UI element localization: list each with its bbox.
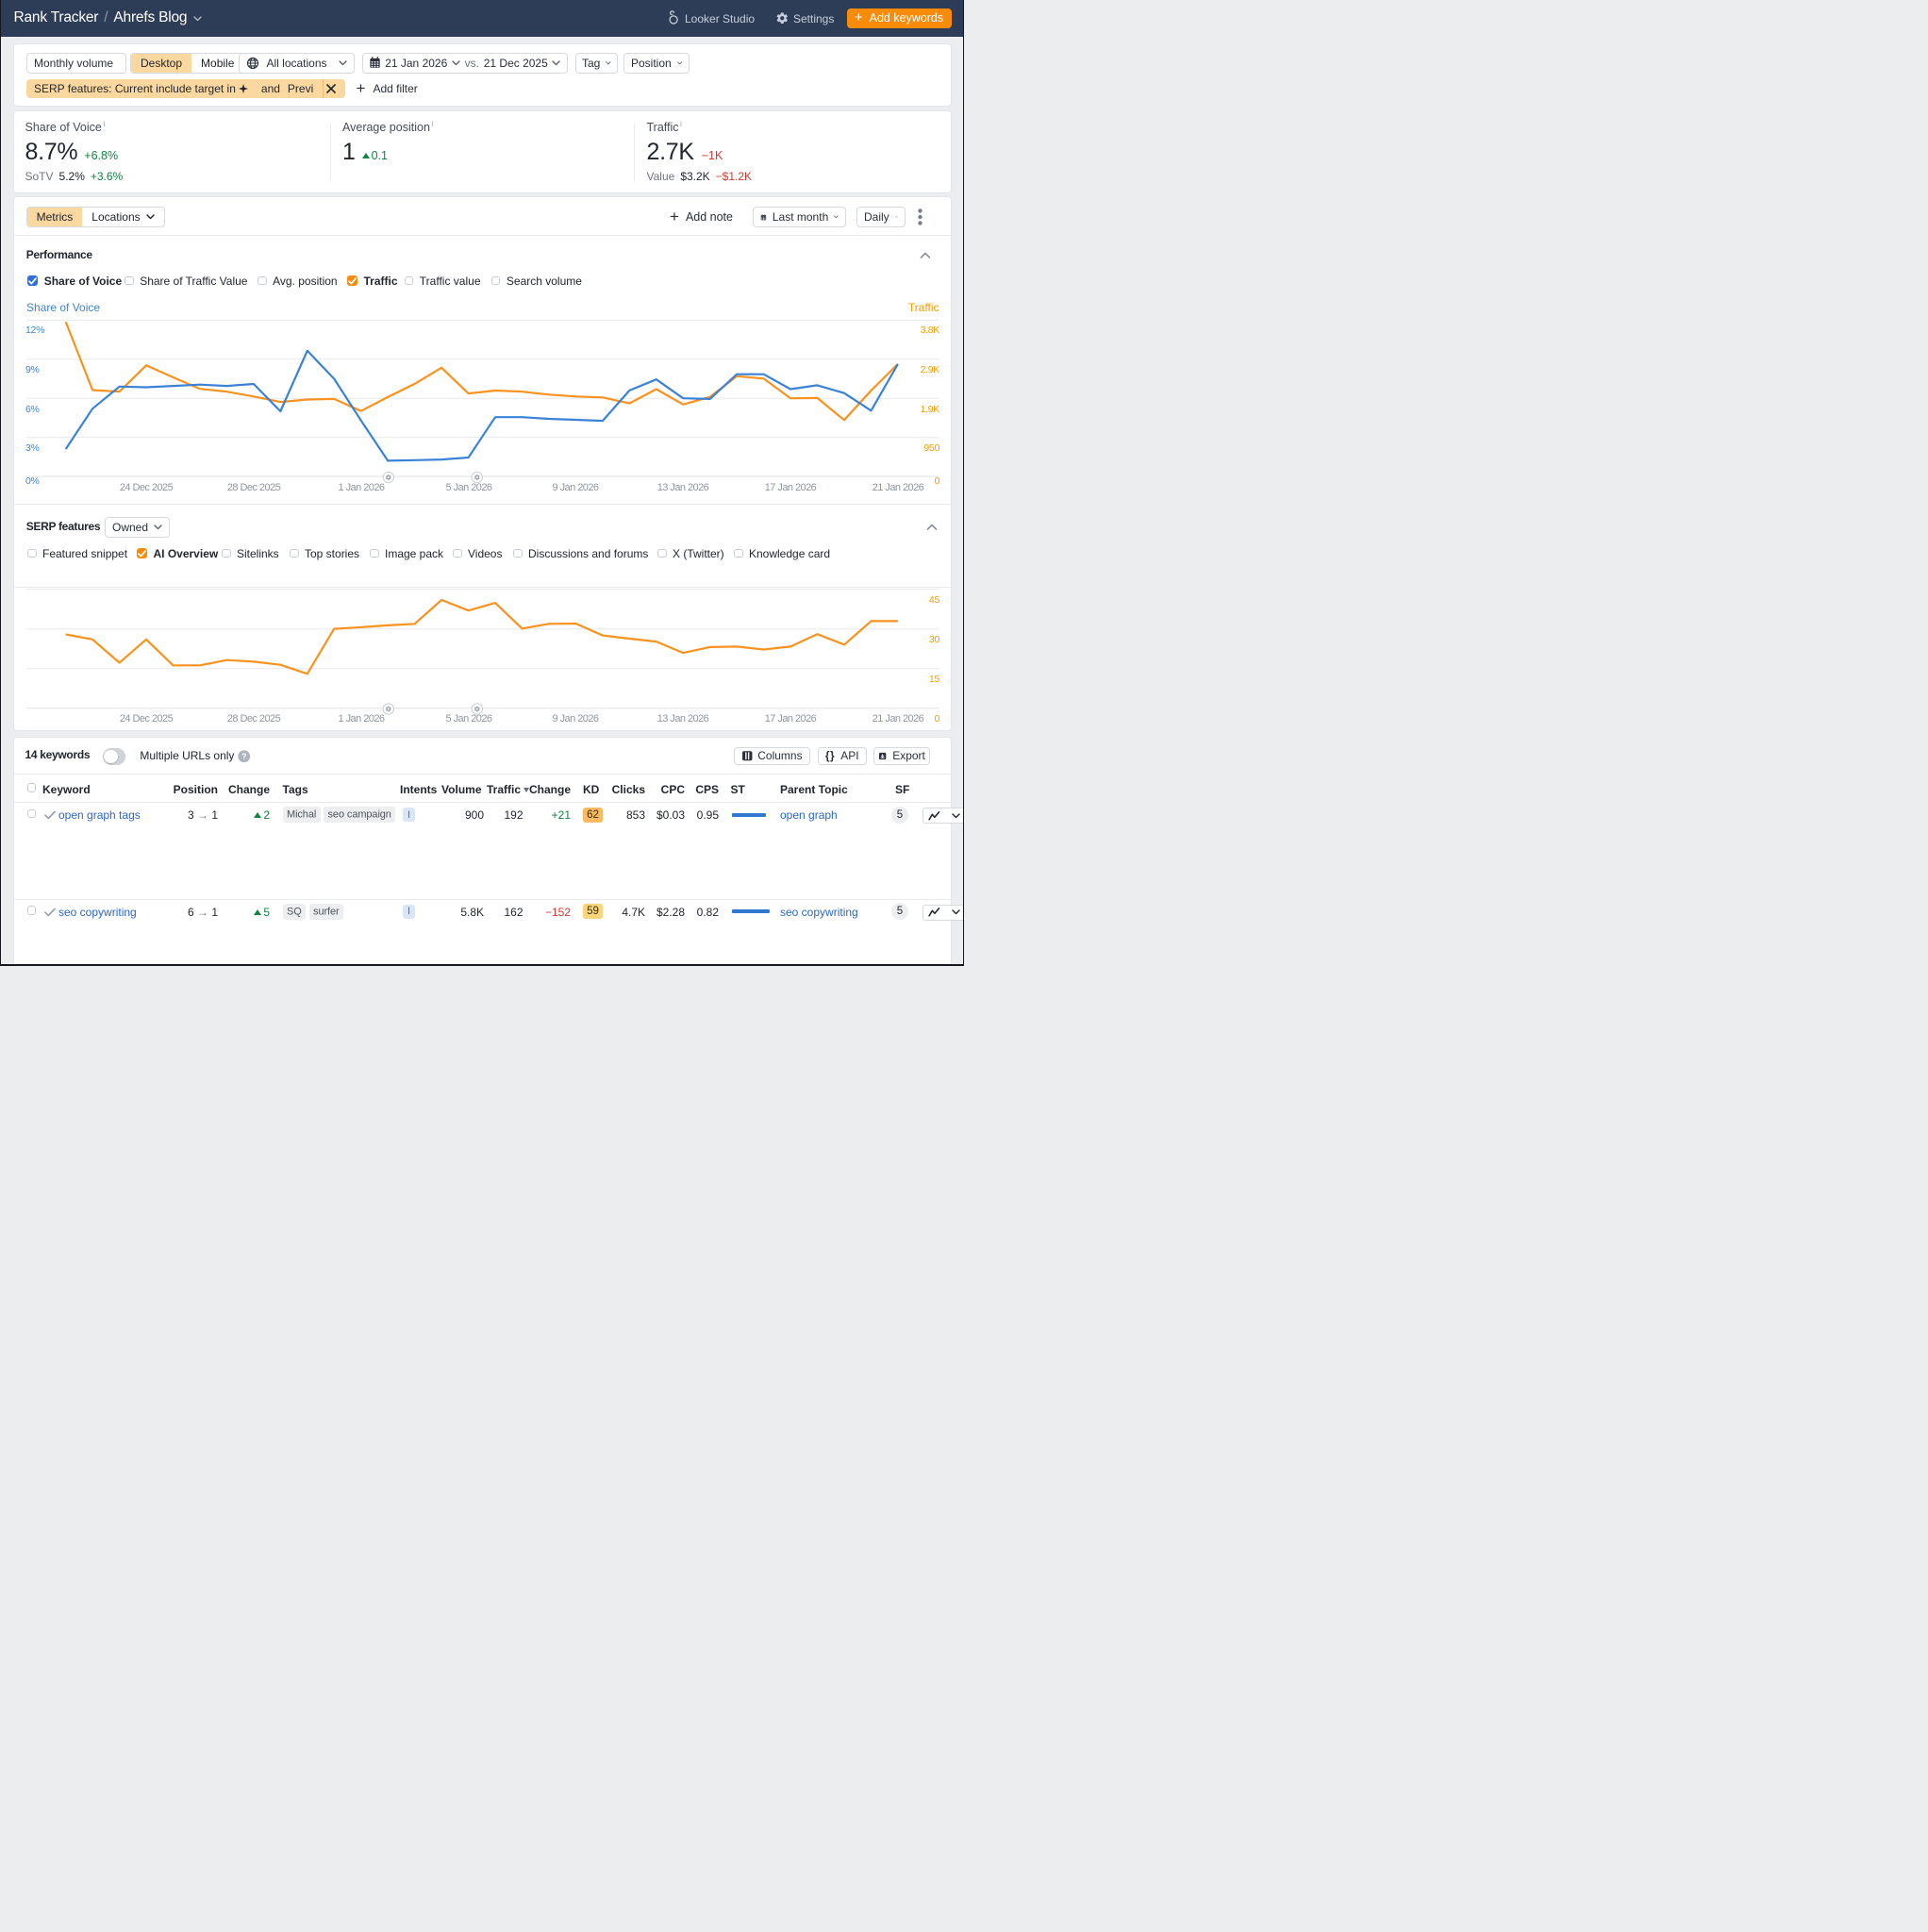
svg-text:?: ? bbox=[241, 752, 246, 761]
